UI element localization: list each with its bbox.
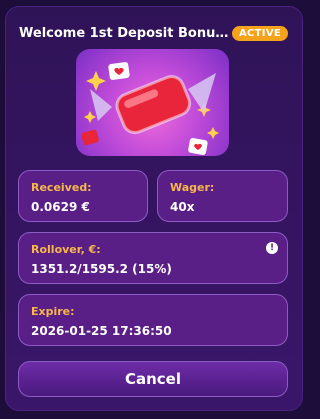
rollover-label: Rollover, €: [31,243,101,256]
bonus-title: Welcome 1st Deposit Bonus: 10... [19,25,231,41]
rollover-field: Rollover, €: 1351.2/1595.2 (15%) ! [18,232,288,284]
bonus-header: Welcome 1st Deposit Bonus: 10... ACTIVE [19,23,288,43]
received-field: Received: 0.0629 € [18,170,148,222]
cancel-button[interactable]: Cancel [18,361,288,397]
received-label: Received: [31,181,92,194]
expire-label: Expire: [31,305,75,318]
wager-value: 40x [170,200,195,214]
candy-illustration-icon [81,62,219,155]
received-value: 0.0629 € [31,200,90,214]
wager-label: Wager: [170,181,215,194]
bonus-banner-image [76,49,229,156]
status-badge: ACTIVE [232,25,288,41]
expire-value: 2026-01-25 17:36:50 [31,324,172,338]
wager-field: Wager: 40x [157,170,288,222]
rollover-value: 1351.2/1595.2 (15%) [31,262,172,276]
expire-field: Expire: 2026-01-25 17:36:50 [18,294,288,346]
info-icon[interactable]: ! [266,242,278,254]
